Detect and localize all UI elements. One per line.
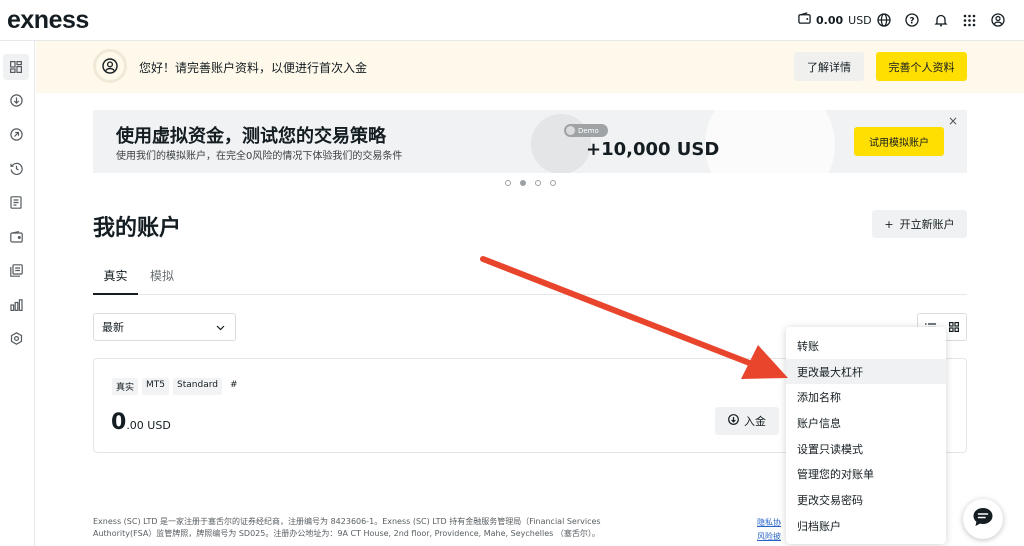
help-icon[interactable]: ? (904, 12, 920, 28)
bell-icon[interactable] (933, 12, 949, 28)
sidebar-item-dashboard[interactable] (3, 54, 29, 80)
settings-icon (10, 330, 23, 349)
history-icon (9, 160, 23, 179)
banner-subtitle: 使用我们的模拟账户，在完全0风险的情况下体验我们的交易条件 (116, 151, 403, 162)
menu-item-change-leverage[interactable]: 更改最大杠杆 (786, 358, 946, 385)
close-icon[interactable]: × (948, 114, 958, 128)
menu-item-transfer[interactable]: 转账 (786, 333, 946, 359)
footer-links: 隐私协 风险披 (757, 516, 781, 544)
sidebar-item-settings[interactable] (3, 326, 29, 352)
learn-more-button[interactable]: 了解详情 (794, 52, 864, 81)
complete-profile-button[interactable]: 完善个人资料 (876, 52, 967, 81)
balance-currency: USD (848, 13, 872, 27)
banner-title: 使用虚拟资金，测试您的交易策略 (116, 126, 386, 147)
account-tabs: 真实 模拟 (93, 258, 967, 295)
tab-demo[interactable]: 模拟 (150, 267, 174, 284)
risk-disclosure-link[interactable]: 风险披 (757, 530, 781, 544)
chat-support-button[interactable] (963, 499, 1003, 539)
exness-logo[interactable]: exness (7, 6, 89, 35)
plus-icon: + (884, 217, 894, 231)
dashboard-icon (10, 58, 23, 77)
deposit-button[interactable]: 入金 (715, 407, 779, 435)
deposit-label: 入金 (744, 415, 766, 428)
carousel-dot[interactable] (535, 180, 541, 186)
account-balance: 0.00 USD (111, 410, 171, 435)
carousel-dots (505, 180, 556, 186)
balance-amount: 0.00 (816, 13, 844, 27)
globe-icon[interactable] (876, 12, 892, 28)
sidebar-item-reports[interactable] (3, 190, 29, 216)
open-new-account-label: 开立新账户 (899, 218, 955, 231)
profile-icon[interactable] (990, 12, 1006, 28)
deposit-icon (9, 92, 23, 111)
wallet-icon (798, 12, 811, 28)
withdraw-icon (9, 126, 23, 145)
carousel-dot-active[interactable] (520, 180, 526, 186)
sidebar-item-history[interactable] (3, 156, 29, 182)
menu-item-account-info[interactable]: 账户信息 (786, 410, 946, 436)
sidebar-item-deposit[interactable] (3, 88, 29, 114)
page-title: 我的账户 (93, 216, 182, 241)
chevron-down-icon (216, 322, 225, 335)
sidebar-item-copy-trading[interactable] (3, 258, 29, 284)
top-bar: exness 0.00 USD ? (0, 0, 1024, 41)
account-tags: 真实 MT5 Standard # (112, 378, 242, 395)
wallet-icon (9, 228, 23, 247)
apps-grid-icon[interactable] (961, 12, 977, 28)
account-context-menu: 转账 更改最大杠杆 添加名称 账户信息 设置只读模式 管理您的对账单 更改交易密… (786, 327, 946, 544)
profile-notice-bar: 您好！请完善账户资料，以便进行首次入金 了解详情 完善个人资料 (36, 41, 1024, 93)
platform-tag: MT5 (142, 378, 170, 395)
sort-select-value: 最新 (102, 321, 124, 334)
sidebar-item-wallet[interactable] (3, 224, 29, 250)
sidebar-item-withdraw[interactable] (3, 122, 29, 148)
menu-item-add-name[interactable]: 添加名称 (786, 384, 946, 410)
privacy-link[interactable]: 隐私协 (757, 516, 781, 530)
menu-item-manage-statements[interactable]: 管理您的对账单 (786, 461, 946, 487)
open-new-account-button[interactable]: + 开立新账户 (872, 210, 967, 238)
balance-widget[interactable]: 0.00 USD (798, 12, 872, 28)
sidebar (0, 41, 35, 546)
menu-item-archive-account[interactable]: 归档账户 (786, 513, 946, 539)
sidebar-item-analytics[interactable] (3, 292, 29, 318)
analytics-icon (9, 296, 23, 315)
banner-amount: +10,000 USD (586, 139, 720, 160)
copy-trading-icon (9, 262, 23, 281)
reports-icon (10, 194, 22, 213)
demo-promo-banner: 使用虚拟资金，测试您的交易策略 使用我们的模拟账户，在完全0风险的情况下体验我们… (93, 110, 967, 173)
deposit-icon (728, 414, 739, 428)
account-balance-main: 0 (111, 410, 127, 435)
menu-item-read-only-mode[interactable]: 设置只读模式 (786, 436, 946, 462)
tab-real[interactable]: 真实 (93, 267, 138, 295)
notice-text: 您好！请完善账户资料，以便进行首次入金 (139, 61, 368, 75)
carousel-dot[interactable] (550, 180, 556, 186)
chat-icon (972, 507, 994, 531)
carousel-dot[interactable] (505, 180, 511, 186)
decorative-bubble (705, 110, 835, 173)
try-demo-button[interactable]: 试用模拟账户 (854, 127, 944, 156)
menu-item-change-trading-password[interactable]: 更改交易密码 (786, 487, 946, 513)
account-type-tag: 真实 (112, 378, 139, 395)
svg-text:?: ? (909, 16, 914, 26)
user-avatar-icon (93, 49, 127, 83)
account-number: # (229, 380, 238, 390)
account-kind-tag: Standard (173, 378, 222, 395)
legal-disclaimer: Exness (SC) LTD 是一家注册于塞舌尔的证券经纪商，注册编号为 84… (93, 517, 601, 538)
decorative-bubble (531, 114, 591, 173)
demo-toggle: Demo (564, 124, 608, 137)
account-balance-rest: .00 USD (126, 419, 171, 432)
sort-select[interactable]: 最新 (93, 313, 236, 341)
